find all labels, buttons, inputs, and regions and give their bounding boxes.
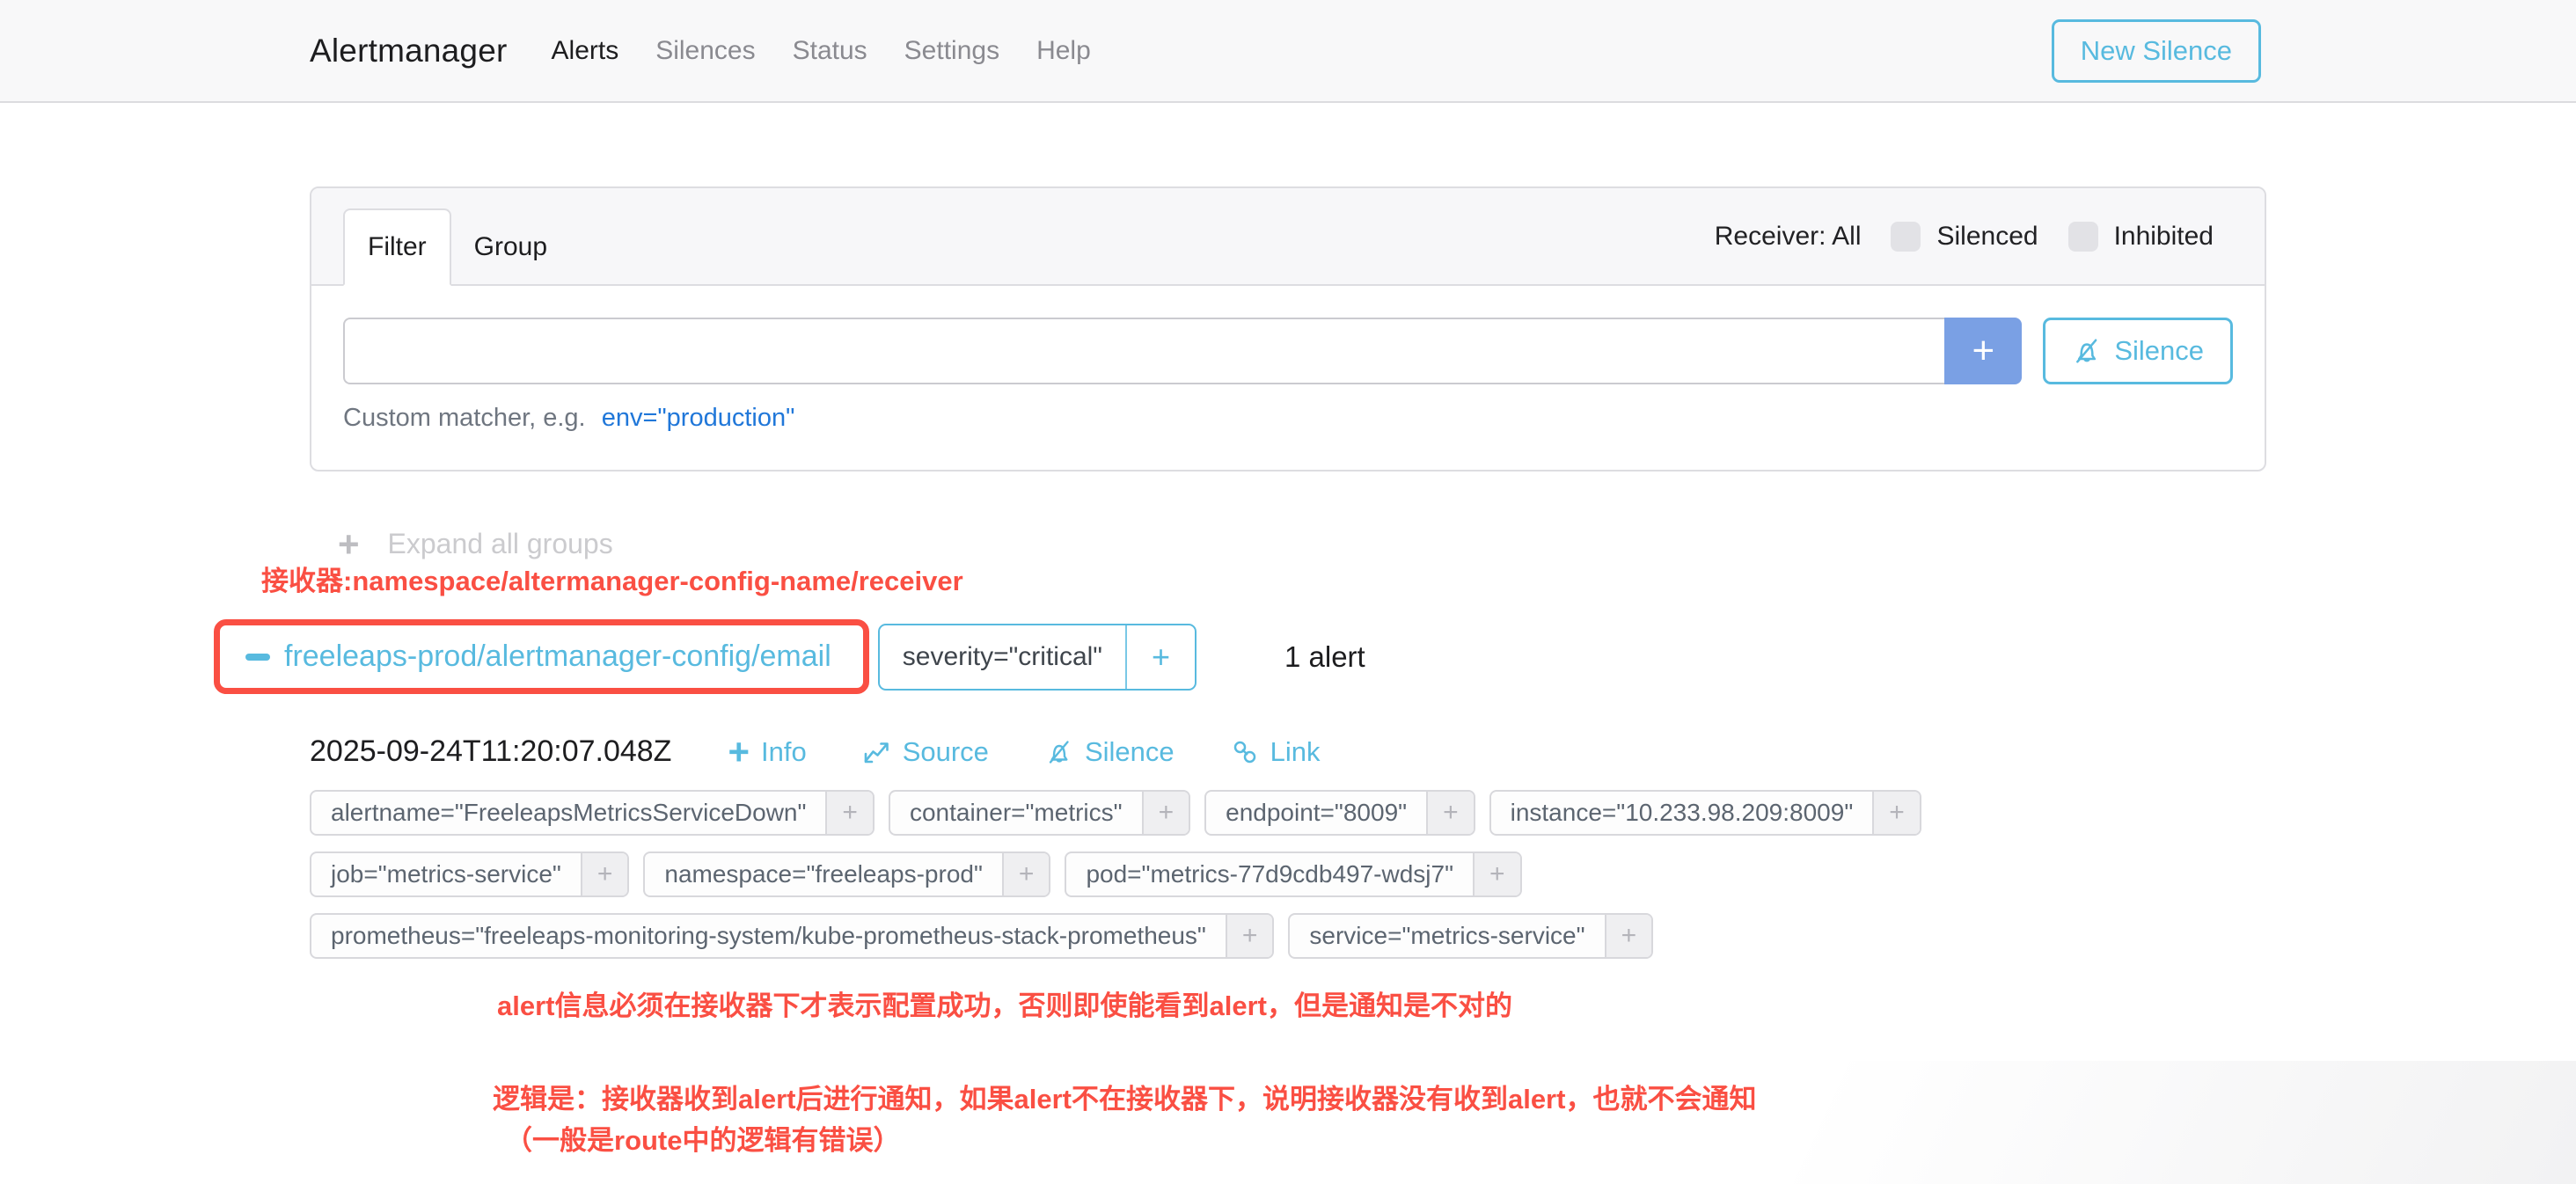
silenced-checkbox-label: Silenced — [1936, 222, 2038, 252]
filter-panel-body: + Silence Custom matcher, e.g. env="prod… — [311, 286, 2265, 470]
alert-label-row: alertname="FreeleapsMetricsServiceDown" … — [310, 790, 2266, 836]
label-tag-endpoint: endpoint="8009" + — [1204, 790, 1475, 836]
alert-source-link[interactable]: Source — [863, 736, 989, 768]
alert-timestamp: 2025-09-24T11:20:07.048Z — [310, 735, 671, 769]
nav-item-alerts[interactable]: Alerts — [552, 36, 619, 66]
matcher-hint: Custom matcher, e.g. env="production" — [343, 404, 2233, 433]
expand-all-groups-label: Expand all groups — [388, 528, 613, 560]
nav-item-silences[interactable]: Silences — [655, 36, 755, 66]
inhibited-checkbox-label: Inhibited — [2114, 222, 2214, 252]
collapse-minus-icon — [245, 654, 270, 661]
bell-slash-icon — [1045, 738, 1073, 766]
label-tag-text: prometheus="freeleaps-monitoring-system/… — [311, 915, 1226, 957]
filter-panel: Filter Group Receiver: All Silenced Inhi… — [310, 186, 2266, 471]
alert-labels: alertname="FreeleapsMetricsServiceDown" … — [310, 790, 2266, 959]
label-tag-text: service="metrics-service" — [1290, 915, 1604, 957]
alert-label-row: job="metrics-service" + namespace="freel… — [310, 851, 2266, 897]
label-tag-text: instance="10.233.98.209:8009" — [1491, 792, 1873, 834]
silenced-checkbox-group: Silenced — [1891, 222, 2038, 252]
label-tag-text: pod="metrics-77d9cdb497-wdsj7" — [1066, 853, 1473, 895]
main-content: Filter Group Receiver: All Silenced Inhi… — [310, 186, 2266, 1161]
label-tag-plus-button[interactable]: + — [1226, 915, 1273, 957]
alert-link-label: Link — [1270, 736, 1321, 768]
nav-item-status[interactable]: Status — [793, 36, 867, 66]
alert-label-row: prometheus="freeleaps-monitoring-system/… — [310, 913, 2266, 959]
label-tag-plus-button[interactable]: + — [1605, 915, 1652, 957]
matcher-input[interactable] — [343, 318, 1944, 384]
nav-links: Alerts Silences Status Settings Help — [552, 36, 1091, 66]
matcher-hint-text: Custom matcher, e.g. — [343, 404, 586, 432]
alert-link-button[interactable]: Link — [1231, 736, 1321, 768]
annotation-note-2-line2: （一般是route中的逻辑有错误） — [493, 1121, 2266, 1162]
alert-meta-row: 2025-09-24T11:20:07.048Z + Info Source — [310, 735, 2266, 769]
label-tag-text: container="metrics" — [890, 792, 1142, 834]
label-tag-service: service="metrics-service" + — [1288, 913, 1653, 959]
label-tag-instance: instance="10.233.98.209:8009" + — [1489, 790, 1921, 836]
annotation-highlight-box: freeleaps-prod/alertmanager-config/email — [214, 619, 869, 694]
annotation-note-2: 逻辑是：接收器收到alert后进行通知，如果alert不在接收器下，说明接收器没… — [493, 1079, 2266, 1161]
silence-filter-button[interactable]: Silence — [2043, 318, 2233, 384]
new-silence-button[interactable]: New Silence — [2052, 19, 2261, 83]
matcher-hint-example-link[interactable]: env="production" — [602, 404, 795, 432]
alert-detail: 2025-09-24T11:20:07.048Z + Info Source — [310, 735, 2266, 959]
nav-item-help[interactable]: Help — [1036, 36, 1091, 66]
inhibited-checkbox-group: Inhibited — [2068, 222, 2214, 252]
label-tag-plus-button[interactable]: + — [581, 853, 628, 895]
silenced-checkbox[interactable] — [1891, 222, 1921, 252]
group-filter-tag: severity="critical" + — [878, 624, 1197, 691]
alert-source-label: Source — [903, 736, 989, 768]
label-tag-prometheus: prometheus="freeleaps-monitoring-system/… — [310, 913, 1274, 959]
label-tag-alertname: alertname="FreeleapsMetricsServiceDown" … — [310, 790, 875, 836]
alert-silence-button[interactable]: Silence — [1045, 736, 1175, 768]
receiver-filter-label[interactable]: Receiver: All — [1715, 222, 1862, 252]
label-tag-plus-button[interactable]: + — [1002, 853, 1050, 895]
label-tag-plus-button[interactable]: + — [1473, 853, 1520, 895]
bell-slash-icon — [2072, 336, 2102, 366]
filter-panel-header: Filter Group Receiver: All Silenced Inhi… — [311, 188, 2265, 286]
inhibited-checkbox[interactable] — [2068, 222, 2098, 252]
label-tag-namespace: namespace="freeleaps-prod" + — [643, 851, 1050, 897]
label-tag-plus-button[interactable]: + — [1426, 792, 1474, 834]
alert-info-button[interactable]: + Info — [728, 736, 806, 768]
nav-item-settings[interactable]: Settings — [904, 36, 999, 66]
label-tag-container: container="metrics" + — [889, 790, 1190, 836]
matcher-input-row: + Silence — [343, 318, 2233, 384]
alert-info-label: Info — [761, 736, 807, 768]
app-brand[interactable]: Alertmanager — [310, 33, 508, 69]
silence-filter-button-label: Silence — [2114, 335, 2204, 367]
group-filter-tag-label: severity="critical" — [880, 625, 1125, 689]
label-tag-text: endpoint="8009" — [1206, 792, 1426, 834]
expand-all-groups[interactable]: + Expand all groups — [310, 528, 613, 560]
label-tag-job: job="metrics-service" + — [310, 851, 629, 897]
annotation-note-1: alert信息必须在接收器下才表示配置成功，否则即使能看到alert，但是通知是… — [497, 983, 1512, 1023]
label-tag-text: job="metrics-service" — [311, 853, 581, 895]
tab-group[interactable]: Group — [451, 210, 570, 284]
label-tag-pod: pod="metrics-77d9cdb497-wdsj7" + — [1065, 851, 1521, 897]
tab-filter[interactable]: Filter — [343, 208, 451, 286]
add-matcher-button[interactable]: + — [1944, 318, 2022, 384]
annotation-note-2-line1: 逻辑是：接收器收到alert后进行通知，如果alert不在接收器下，说明接收器没… — [493, 1079, 2266, 1121]
link-icon — [1231, 738, 1259, 766]
alert-count: 1 alert — [1284, 640, 1365, 674]
label-tag-plus-button[interactable]: + — [1872, 792, 1920, 834]
receiver-group-link[interactable]: freeleaps-prod/alertmanager-config/email — [284, 640, 831, 674]
navbar: Alertmanager Alerts Silences Status Sett… — [0, 0, 2576, 103]
label-tag-text: alertname="FreeleapsMetricsServiceDown" — [311, 792, 825, 834]
group-filter-tag-plus-button[interactable]: + — [1125, 625, 1195, 689]
alert-silence-label: Silence — [1085, 736, 1175, 768]
annotation-receiver-path: 接收器:namespace/altermanager-config-name/r… — [261, 559, 963, 598]
label-tag-plus-button[interactable]: + — [825, 792, 873, 834]
filter-header-controls: Receiver: All Silenced Inhibited — [1715, 188, 2214, 284]
filter-tabs: Filter Group — [343, 188, 570, 284]
chart-line-icon — [863, 738, 891, 766]
receiver-group-row: freeleaps-prod/alertmanager-config/email… — [214, 619, 2266, 694]
label-tag-text: namespace="freeleaps-prod" — [645, 853, 1002, 895]
label-tag-plus-button[interactable]: + — [1142, 792, 1189, 834]
